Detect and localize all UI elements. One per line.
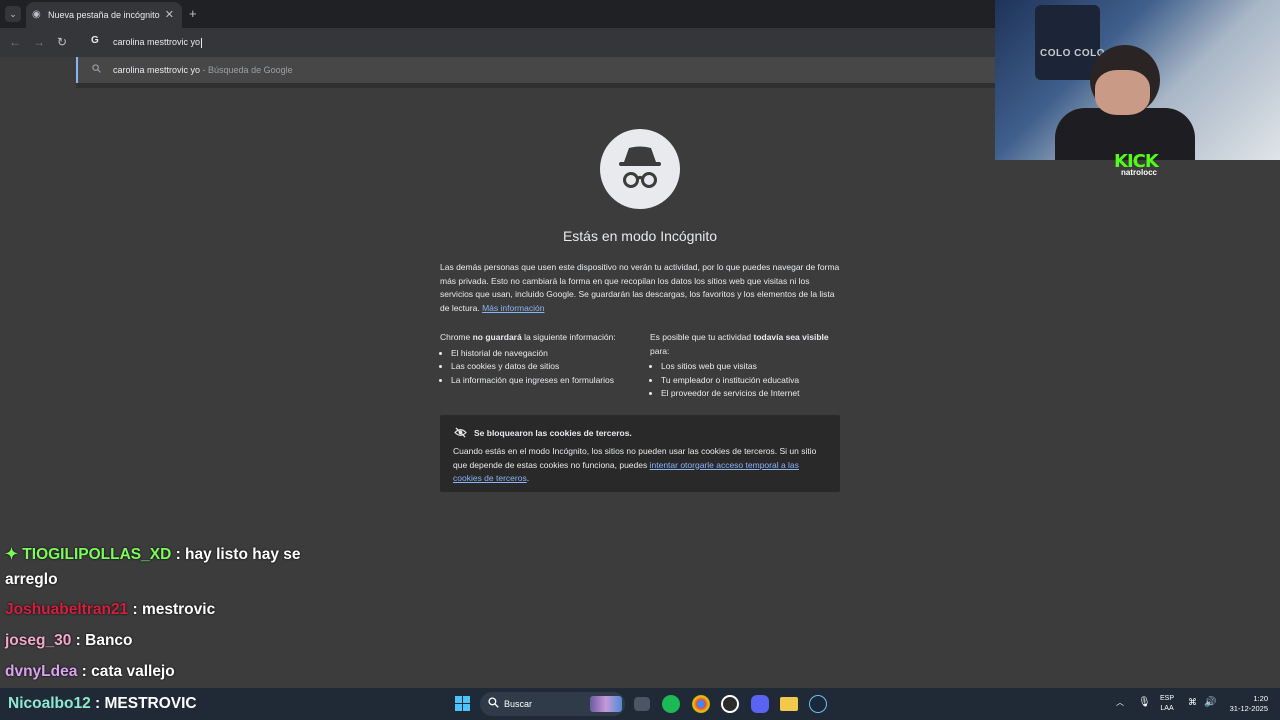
cookie-title: Se bloquearon las cookies de terceros.: [474, 428, 632, 438]
chat-message: Joshuabeltran21 : mestrovic: [5, 601, 216, 618]
streamer-face: [1095, 70, 1150, 115]
chat-message: ✦ TIOGILIPOLLAS_XD : hay listo hay se: [5, 546, 301, 563]
chat-user: joseg_30: [5, 632, 72, 649]
chat-user: dvnyLdea: [5, 663, 78, 680]
chat-message: arreglo: [5, 571, 58, 588]
omnibox-suggestion[interactable]: carolina mesttrovic yo - Búsqueda de Goo…: [76, 57, 1008, 83]
file-explorer-icon[interactable]: [780, 697, 798, 711]
reload-icon[interactable]: ↻: [57, 35, 67, 49]
list-item: Tu empleador o institución educativa: [661, 374, 842, 388]
address-input[interactable]: carolina mesttrovic yo: [113, 37, 203, 48]
back-icon[interactable]: ←: [9, 35, 21, 49]
tray-overflow-icon[interactable]: ︿: [1116, 697, 1124, 708]
chat-badge-icon: ✦: [5, 546, 23, 563]
not-saved-heading: Chrome no guardará la siguiente informac…: [440, 332, 616, 342]
volume-icon[interactable]: 🔊: [1204, 697, 1216, 708]
discord-icon[interactable]: [751, 695, 769, 713]
steam-icon[interactable]: [809, 695, 827, 713]
tab-title: Nueva pestaña de incógnito: [48, 10, 160, 20]
eye-off-icon: [454, 427, 467, 441]
text-caret: [201, 37, 203, 48]
search-icon: [488, 697, 499, 711]
taskbar-search[interactable]: Buscar: [480, 692, 625, 716]
still-visible-heading: Es posible que tu actividad todavía sea …: [650, 332, 829, 356]
still-visible-column: Es posible que tu actividad todavía sea …: [650, 331, 842, 401]
obs-icon[interactable]: [721, 695, 739, 713]
tab-incognito[interactable]: ◉ Nueva pestaña de incógnito ✕: [26, 2, 182, 28]
chat-message: joseg_30 : Banco: [5, 632, 133, 649]
search-icon: [92, 64, 101, 75]
list-item: La información que ingreses en formulari…: [451, 374, 640, 388]
language-indicator[interactable]: ESP LAA: [1160, 694, 1174, 714]
chat-user: Nicoalbo12: [8, 695, 91, 712]
webcam-overlay: COLO COLO: [995, 0, 1280, 160]
task-view-icon[interactable]: [634, 697, 650, 711]
incognito-icon: [600, 129, 680, 209]
colo-colo-flag: [1035, 5, 1100, 80]
clock[interactable]: 1:20 31-12-2025: [1226, 694, 1268, 714]
flag-text: COLO COLO: [1040, 48, 1106, 59]
kick-username: natrolocc: [1121, 168, 1158, 177]
address-bar[interactable]: [76, 28, 1006, 57]
tab-search-chevron-icon[interactable]: ⌄: [5, 6, 21, 22]
network-icon[interactable]: ⌘: [1188, 697, 1197, 708]
windows-start-icon[interactable]: [455, 696, 471, 712]
chat-user: Joshuabeltran21: [5, 601, 129, 618]
cookie-text: Cuando estás en el modo Incógnito, los s…: [453, 446, 817, 483]
tab-close-icon[interactable]: ✕: [165, 8, 174, 21]
spotify-icon[interactable]: [662, 695, 680, 713]
list-item: El proveedor de servicios de Internet: [661, 387, 842, 401]
list-item: Los sitios web que visitas: [661, 360, 842, 374]
new-tab-button[interactable]: +: [189, 6, 197, 21]
chat-message: dvnyLdea : cata vallejo: [5, 663, 175, 680]
more-info-link[interactable]: Más información: [482, 303, 544, 313]
google-icon: G: [91, 35, 99, 46]
chat-user: TIOGILIPOLLAS_XD: [22, 546, 172, 563]
incognito-description: Las demás personas que usen este disposi…: [440, 262, 840, 313]
search-label: Buscar: [504, 699, 533, 709]
list-item: Las cookies y datos de sitios: [451, 360, 640, 374]
not-saved-column: Chrome no guardará la siguiente informac…: [440, 331, 640, 387]
forward-icon[interactable]: →: [33, 35, 45, 49]
microphone-icon[interactable]: 🎙: [1138, 697, 1151, 708]
suggestion-text: carolina mesttrovic yo - Búsqueda de Goo…: [113, 65, 293, 75]
chrome-icon[interactable]: [692, 695, 710, 713]
list-item: El historial de navegación: [451, 347, 640, 361]
dropdown-footer: [76, 83, 1006, 88]
taskbar: Nicoalbo12 : MESTROVIC Buscar ︿ ESP LAA 🎙…: [0, 688, 1280, 720]
page-title: Estás en modo Incógnito: [562, 228, 718, 244]
third-party-cookies-card: Se bloquearon las cookies de terceros. C…: [440, 415, 840, 492]
incognito-tab-icon: ◉: [32, 9, 41, 20]
chat-message: Nicoalbo12 : MESTROVIC: [8, 695, 197, 712]
search-highlight-image: [590, 696, 622, 712]
